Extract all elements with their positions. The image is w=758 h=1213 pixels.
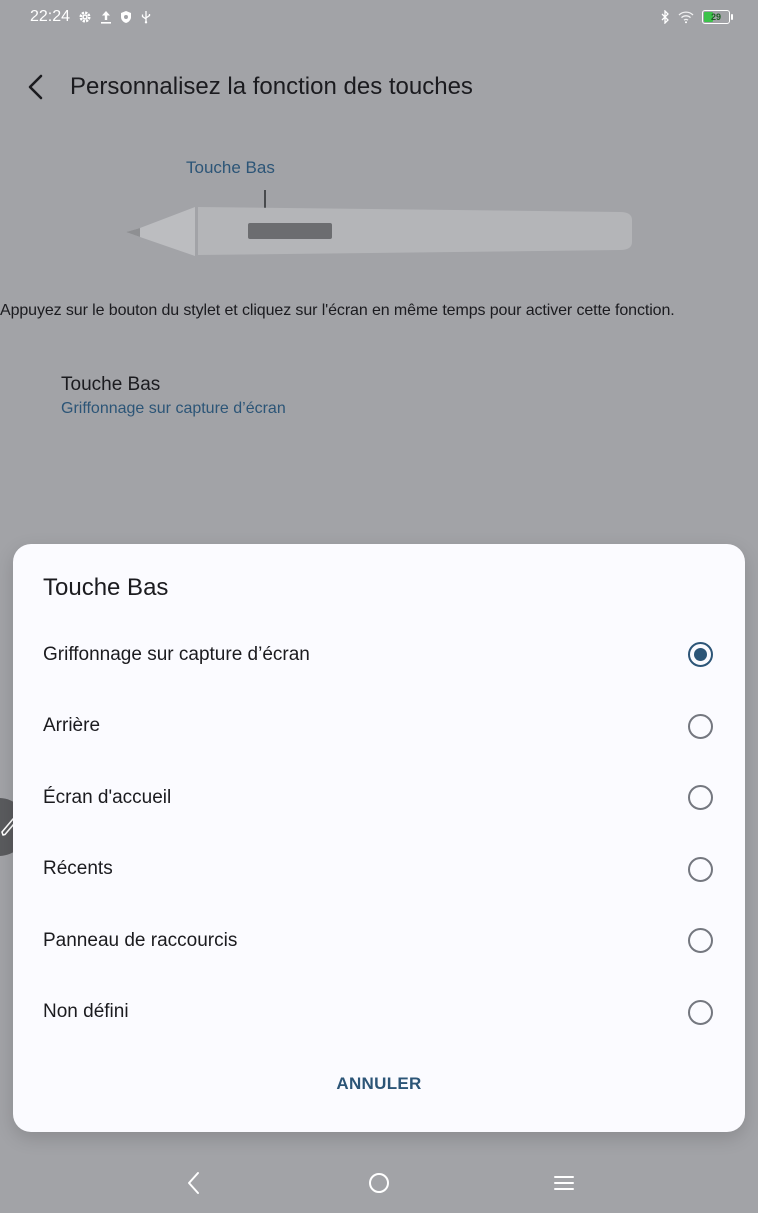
radio-unselected-icon[interactable] <box>688 785 713 811</box>
status-left: 22:24 <box>30 8 152 26</box>
battery-level: 29 <box>710 12 721 22</box>
nav-back-icon <box>188 1172 199 1194</box>
option-recents[interactable]: Récents <box>13 834 745 906</box>
cancel-button-row: ANNULER <box>13 1074 745 1094</box>
option-label: Écran d'accueil <box>43 786 172 808</box>
option-label: Arrière <box>43 715 101 737</box>
option-label: Récents <box>43 858 113 880</box>
option-undefined[interactable]: Non défini <box>13 977 745 1049</box>
radio-unselected-icon[interactable] <box>688 713 713 739</box>
option-back[interactable]: Arrière <box>13 691 745 763</box>
nav-back-button[interactable] <box>174 1169 214 1197</box>
shield-icon <box>120 10 132 24</box>
navigation-bar <box>0 1155 758 1213</box>
wifi-icon <box>678 10 694 24</box>
dialog-title: Touche Bas <box>43 574 169 601</box>
status-time: 22:24 <box>30 8 71 25</box>
radio-selected-icon[interactable] <box>688 642 713 668</box>
upload-icon <box>100 10 112 24</box>
option-home-screen[interactable]: Écran d'accueil <box>13 762 745 834</box>
nav-home-button[interactable] <box>359 1169 399 1197</box>
stylus-image <box>126 190 632 256</box>
selection-dialog: Touche Bas Griffonnage sur capture d’écr… <box>13 544 745 1132</box>
nav-recents-button[interactable] <box>544 1169 584 1197</box>
status-right: 29 <box>660 10 733 24</box>
options-list: Griffonnage sur capture d’écran Arrière … <box>13 619 745 1048</box>
nav-home-icon <box>369 1173 389 1193</box>
option-shortcut-panel[interactable]: Panneau de raccourcis <box>13 905 745 977</box>
back-arrow-icon <box>28 74 43 100</box>
radio-unselected-icon[interactable] <box>688 856 713 882</box>
app-bar: Personnalisez la fonction des touches <box>0 62 758 112</box>
back-button[interactable] <box>6 62 66 112</box>
option-label: Non défini <box>43 1001 129 1023</box>
gear-icon <box>78 10 92 24</box>
nav-menu-icon <box>554 1176 574 1190</box>
option-label: Griffonnage sur capture d’écran <box>43 643 310 665</box>
status-bar: 22:24 29 <box>0 0 758 34</box>
option-label: Panneau de raccourcis <box>43 929 238 951</box>
battery-icon: 29 <box>702 10 733 24</box>
bluetooth-icon <box>660 10 670 24</box>
setting-value: Griffonnage sur capture d’écran <box>61 400 286 417</box>
setting-title: Touche Bas <box>61 374 161 395</box>
cancel-button[interactable]: ANNULER <box>324 1066 433 1101</box>
page-title: Personnalisez la fonction des touches <box>70 73 473 100</box>
setting-item-bottom-button[interactable]: Touche Bas Griffonnage sur capture d’écr… <box>61 374 286 418</box>
pen-illustration: Touche Bas <box>0 150 758 270</box>
radio-unselected-icon[interactable] <box>688 999 713 1025</box>
option-screenshot-scribble[interactable]: Griffonnage sur capture d’écran <box>13 619 745 691</box>
usb-icon <box>140 10 152 24</box>
instruction-text: Appuyez sur le bouton du stylet et cliqu… <box>0 302 675 319</box>
radio-unselected-icon[interactable] <box>688 928 713 954</box>
